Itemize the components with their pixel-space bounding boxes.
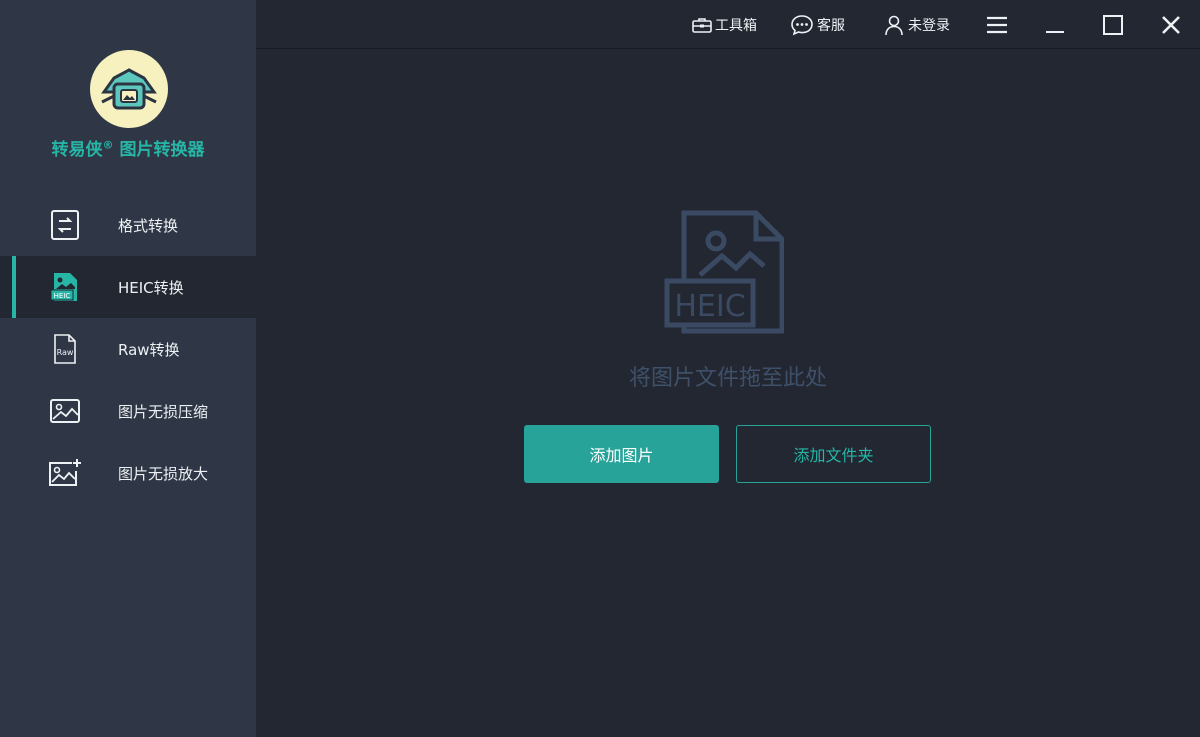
service-label: 客服: [817, 18, 845, 34]
close-icon: [1162, 16, 1180, 34]
svg-text:Raw: Raw: [57, 348, 74, 357]
svg-text:HEIC: HEIC: [54, 292, 71, 300]
maximize-button[interactable]: [1098, 10, 1128, 40]
sidebar-item-label: Raw转换: [118, 340, 180, 359]
format-convert-icon: [48, 209, 82, 241]
sidebar-item-format-convert[interactable]: 格式转换: [0, 194, 256, 256]
app-logo: [90, 50, 168, 128]
heic-file-icon: HEIC: [48, 271, 82, 303]
title-bar: 工具箱 客服 未登录: [256, 0, 1200, 49]
image-compress-icon: [48, 395, 82, 427]
customer-service-button[interactable]: 客服: [790, 12, 845, 38]
sidebar-item-label: 图片无损压缩: [118, 402, 209, 421]
sidebar-item-label: 图片无损放大: [118, 464, 209, 483]
toolbox-button[interactable]: 工具箱: [692, 12, 757, 38]
sidebar-item-heic-convert[interactable]: HEIC HEIC转换: [0, 256, 256, 318]
sidebar-item-raw-convert[interactable]: Raw Raw转换: [0, 318, 256, 380]
add-image-button[interactable]: 添加图片: [524, 425, 719, 483]
sidebar-item-image-enlarge[interactable]: 图片无损放大: [0, 442, 256, 504]
hamburger-menu-icon: [987, 16, 1007, 34]
chat-bubble-icon: [791, 15, 813, 36]
close-button[interactable]: [1156, 10, 1186, 40]
heic-drop-icon-label: HEIC: [674, 289, 745, 324]
drop-hint-text: 将图片文件拖至此处: [628, 366, 827, 391]
brand-title: 转易侠® 图片转换器: [51, 138, 205, 160]
toolbox-label: 工具箱: [715, 18, 757, 34]
toolbox-icon: [692, 18, 712, 33]
login-label: 未登录: [908, 18, 950, 34]
raw-file-icon: Raw: [48, 333, 82, 365]
user-icon: [885, 15, 903, 36]
sidebar-item-image-compress[interactable]: 图片无损压缩: [0, 380, 256, 442]
sidebar-item-label: 格式转换: [118, 216, 179, 235]
add-folder-button[interactable]: 添加文件夹: [736, 425, 931, 483]
sidebar-item-label: HEIC转换: [118, 278, 184, 297]
sidebar: 转易侠® 图片转换器 格式转换 HEIC HEIC转换 Raw Raw转换 图片…: [0, 0, 256, 737]
login-button[interactable]: 未登录: [883, 12, 950, 38]
heic-drop-zone-icon: HEIC: [664, 210, 785, 334]
image-enlarge-icon: [48, 457, 82, 489]
minimize-icon: [1046, 31, 1064, 33]
maximize-icon: [1103, 15, 1123, 35]
menu-button[interactable]: [982, 10, 1012, 40]
minimize-button[interactable]: [1040, 10, 1070, 40]
